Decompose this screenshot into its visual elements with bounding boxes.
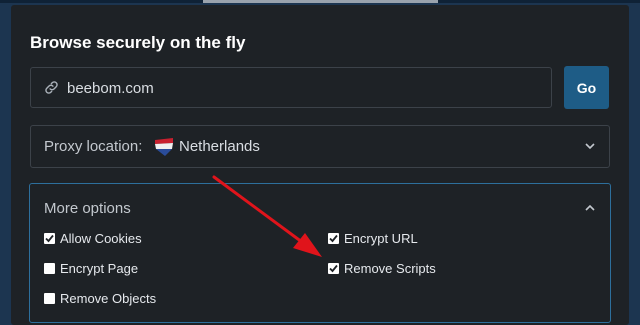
encrypt-url-label: Encrypt URL [344, 231, 418, 246]
url-field[interactable] [30, 67, 552, 108]
more-options-panel: More options Allow Cookies Encrypt URL E… [29, 183, 611, 323]
link-icon [45, 81, 58, 94]
option-remove-objects[interactable]: Remove Objects [44, 291, 156, 306]
encrypt-page-checkbox[interactable] [44, 263, 55, 274]
chevron-up-icon[interactable] [584, 202, 596, 214]
remove-objects-label: Remove Objects [60, 291, 157, 306]
tab-edge [203, 0, 438, 3]
go-button[interactable]: Go [564, 66, 609, 109]
proxy-location-select[interactable]: Proxy location: Netherlands [30, 125, 610, 168]
allow-cookies-checkbox[interactable] [44, 233, 55, 244]
top-edge [0, 0, 640, 3]
encrypt-page-label: Encrypt Page [60, 261, 139, 276]
option-allow-cookies[interactable]: Allow Cookies [44, 231, 142, 246]
allow-cookies-label: Allow Cookies [60, 231, 142, 246]
option-encrypt-url[interactable]: Encrypt URL [328, 231, 418, 246]
proxy-location-value: Netherlands [179, 138, 260, 155]
remove-scripts-checkbox[interactable] [328, 263, 339, 274]
option-remove-scripts[interactable]: Remove Scripts [328, 261, 436, 276]
url-input[interactable] [67, 77, 537, 99]
option-encrypt-page[interactable]: Encrypt Page [44, 261, 138, 276]
netherlands-flag-icon [155, 138, 173, 156]
remove-scripts-label: Remove Scripts [344, 261, 436, 276]
chevron-down-icon[interactable] [584, 140, 596, 152]
page-title: Browse securely on the fly [30, 33, 246, 52]
encrypt-url-checkbox[interactable] [328, 233, 339, 244]
remove-objects-checkbox[interactable] [44, 293, 55, 304]
more-options-title[interactable]: More options [44, 200, 131, 217]
proxy-location-label: Proxy location: [44, 138, 143, 155]
